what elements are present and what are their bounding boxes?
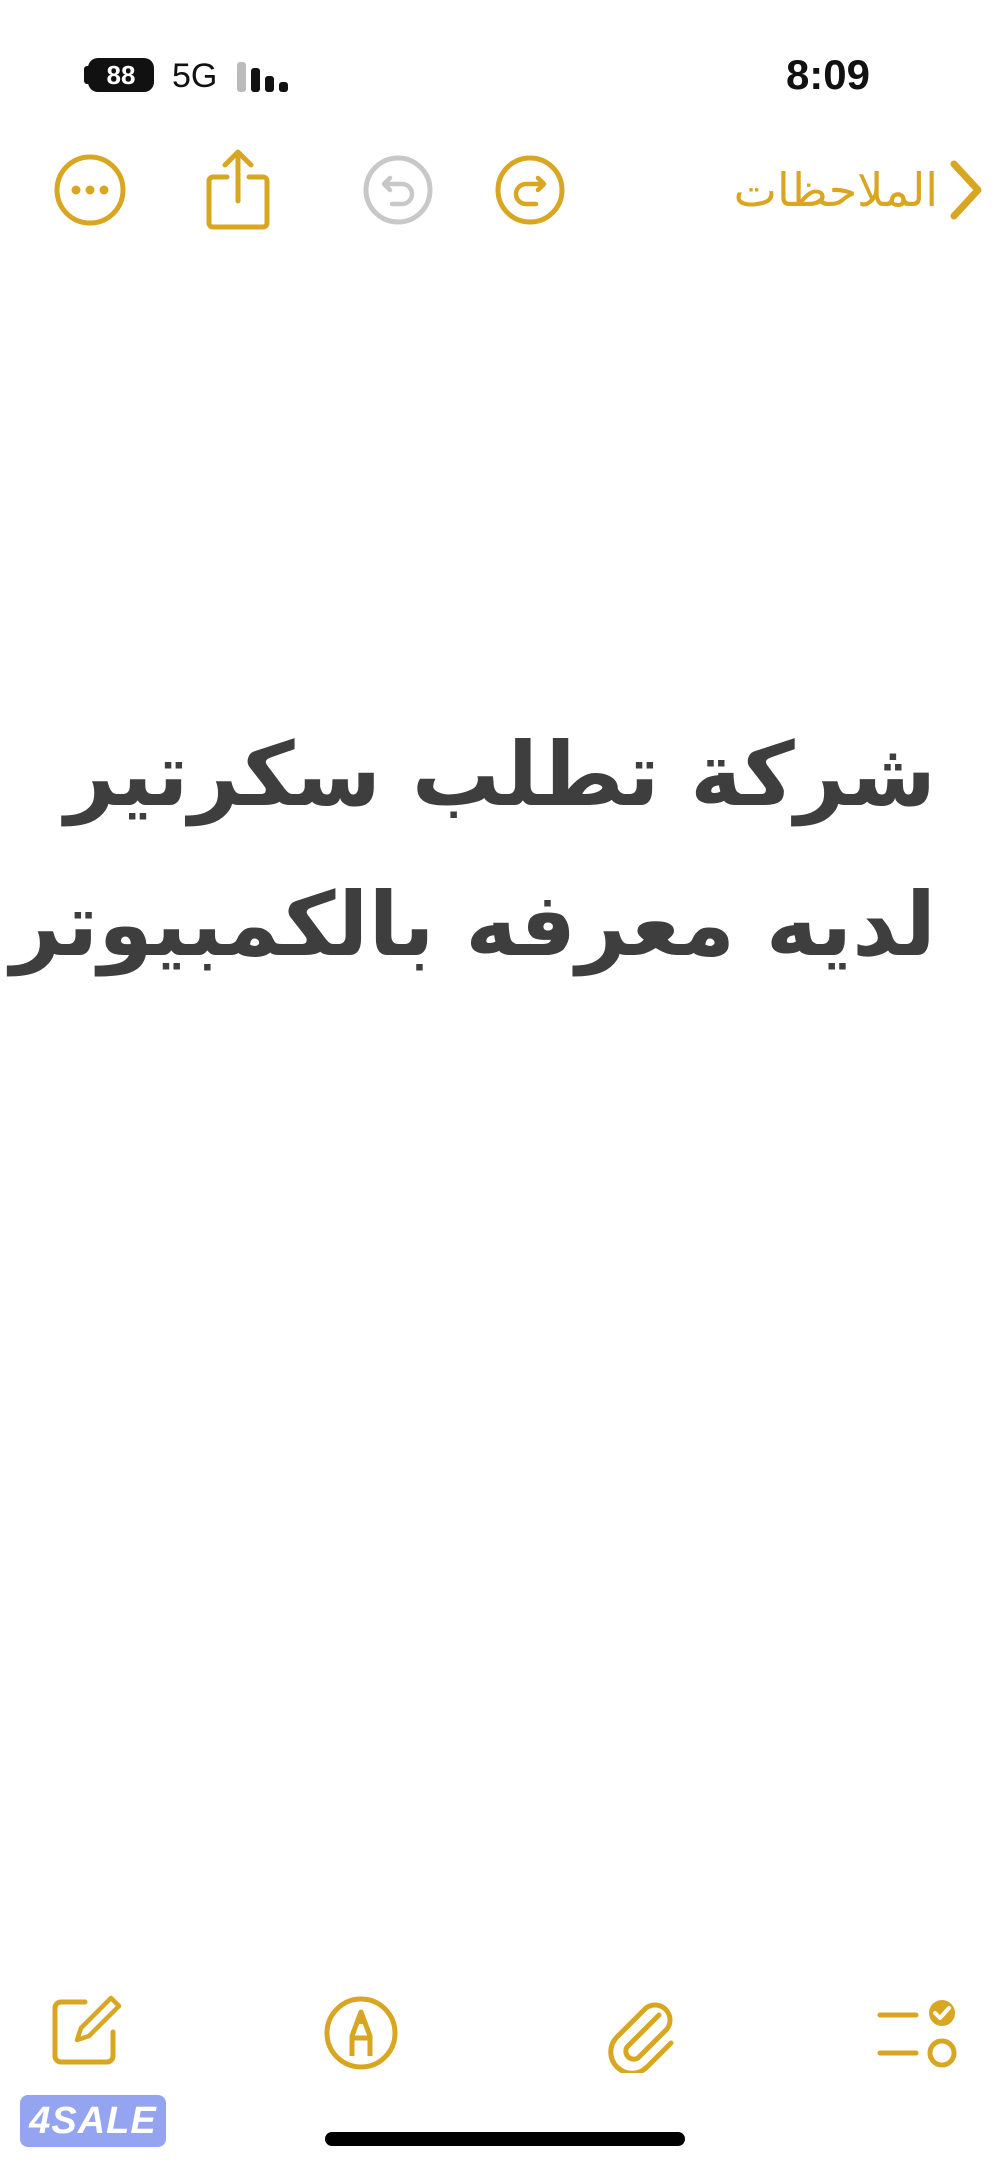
watermark-text: 4SALE <box>29 2099 157 2142</box>
more-button[interactable] <box>50 150 130 230</box>
back-to-notes-button[interactable]: الملاحظات <box>734 150 986 230</box>
undo-button[interactable] <box>358 150 438 230</box>
share-button[interactable] <box>198 144 278 234</box>
chevron-right-icon <box>950 160 982 220</box>
checklist-icon <box>877 2000 957 2068</box>
note-line-1: شركة تطلب سكرتير <box>64 723 936 826</box>
markup-button[interactable] <box>316 1988 406 2078</box>
redo-button[interactable] <box>490 150 570 230</box>
clock: 8:09 <box>785 51 870 98</box>
compose-icon <box>52 1995 122 2065</box>
paperclip-icon <box>608 2002 674 2073</box>
markup-pen-icon <box>324 1996 398 2070</box>
note-body[interactable]: شركة تطلب سكرتير لديه معرفه بالكمبيوتر <box>10 700 936 1000</box>
more-ellipsis-icon <box>54 154 126 226</box>
redo-icon <box>495 155 565 225</box>
note-line-2: لديه معرفه بالكمبيوتر <box>10 873 936 976</box>
compose-button[interactable] <box>40 1985 130 2075</box>
battery-indicator: 88 <box>88 58 154 92</box>
network-type: 5G <box>172 57 218 95</box>
watermark-logo: 4SALE <box>20 2095 166 2147</box>
home-indicator[interactable] <box>325 2132 685 2146</box>
share-icon <box>206 149 270 230</box>
signal-strength-icon <box>237 62 288 92</box>
status-bar: 88 5G 8:09 <box>0 0 1000 150</box>
back-label: الملاحظات <box>733 163 938 217</box>
checklist-button[interactable] <box>872 1988 964 2078</box>
battery-level: 88 <box>106 59 136 90</box>
attach-button[interactable] <box>596 1988 686 2078</box>
undo-icon <box>363 155 433 225</box>
